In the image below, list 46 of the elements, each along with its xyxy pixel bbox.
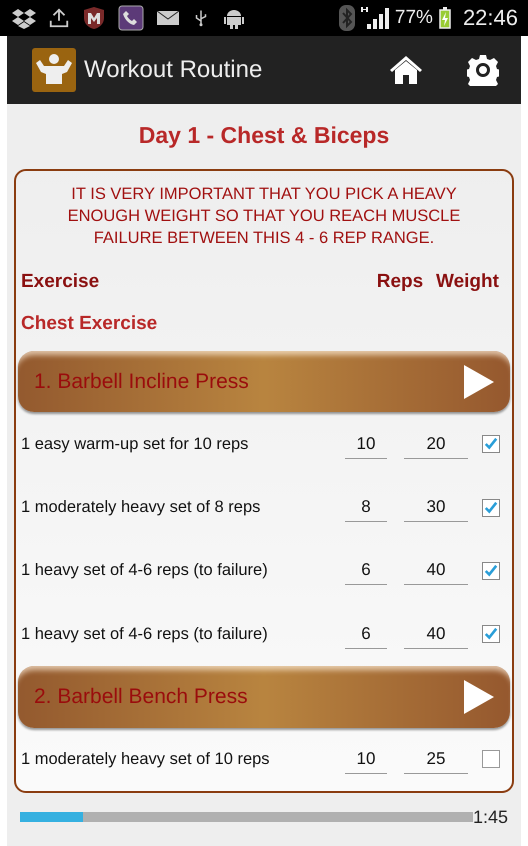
checkbox[interactable] — [482, 750, 500, 768]
signal-icon — [360, 6, 389, 30]
set-description: 1 heavy set of 4-6 reps (to failure) — [21, 624, 269, 644]
column-header: Exercise — [21, 271, 100, 293]
set-description: 1 heavy set of 4-6 reps (to failure) — [21, 561, 269, 580]
checkbox[interactable] — [482, 625, 500, 644]
dropbox-icon — [12, 6, 36, 30]
weight-field[interactable]: 40 — [404, 620, 468, 649]
weight-field[interactable]: 40 — [404, 556, 468, 586]
reps-field[interactable]: 6 — [345, 556, 387, 586]
check-icon — [484, 500, 498, 515]
section-heading: Chest Exercise — [21, 313, 158, 335]
shield-icon — [82, 6, 106, 30]
home-icon — [389, 55, 423, 85]
check-icon — [484, 564, 498, 578]
reps-field[interactable]: 10 — [345, 744, 387, 774]
reps-field[interactable]: 6 — [345, 620, 387, 649]
checkbox[interactable] — [482, 562, 500, 580]
app-logo-icon — [32, 48, 76, 92]
settings-icon — [467, 54, 499, 86]
check-icon — [484, 437, 498, 452]
set-description: 1 easy warm-up set for 10 reps — [21, 434, 250, 454]
checkbox[interactable] — [482, 498, 500, 517]
check-icon — [484, 627, 498, 642]
weight-field[interactable]: 20 — [404, 430, 468, 459]
battery-icon — [438, 7, 451, 29]
bluetooth-icon — [338, 5, 355, 31]
clock: 22:46 — [462, 5, 518, 31]
column-header: Reps — [376, 271, 424, 293]
upload-icon — [48, 6, 70, 30]
checkbox[interactable] — [482, 435, 500, 454]
timer-text: 1:45 — [472, 806, 508, 828]
reps-field[interactable]: 8 — [345, 493, 387, 522]
play-icon — [464, 364, 494, 399]
battery-percentage: 77% — [394, 7, 433, 29]
column-header: Weight — [435, 271, 500, 293]
weight-field[interactable]: 25 — [404, 744, 468, 774]
notice-text: IT IS VERY IMPORTANT THAT YOU PICK A HEAVY ENOUGH WEIGHT SO THAT YOU REACH MUSCLE FAILURE BETWEEN THIS 4 - 6 REP RANGE. — [66, 184, 462, 249]
set-description: 1 moderately heavy set of 8 reps — [21, 498, 262, 518]
reps-field[interactable]: 10 — [345, 430, 387, 459]
app-title: Workout Routine — [84, 56, 262, 84]
play-icon — [464, 680, 494, 714]
phone-icon — [118, 5, 144, 31]
day-title: Day 1 - Chest & Biceps — [138, 122, 390, 149]
weight-field[interactable]: 30 — [404, 493, 468, 522]
set-description: 1 moderately heavy set of 10 reps — [21, 750, 271, 769]
